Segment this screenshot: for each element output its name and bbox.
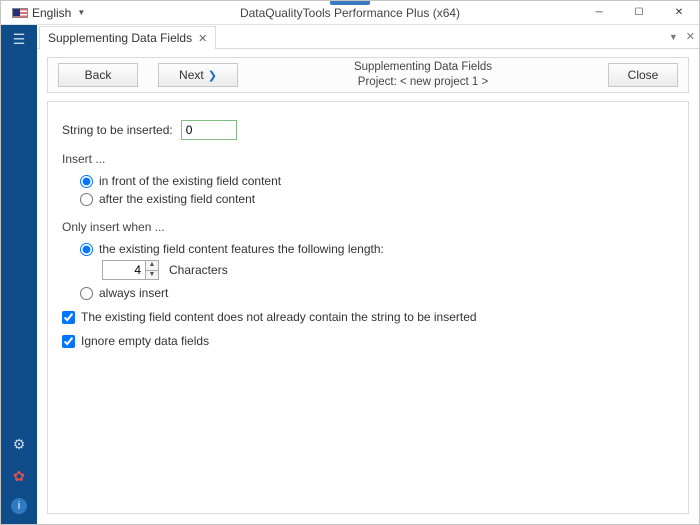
menu-icon[interactable]: ☰ (9, 29, 29, 49)
radio-after[interactable]: after the existing field content (80, 192, 674, 206)
length-spinner[interactable]: ▲ ▼ (145, 260, 159, 280)
check-ignoreempty-input[interactable] (62, 335, 75, 348)
next-label: Next (179, 68, 204, 82)
language-label: English (32, 6, 71, 20)
settings-panel: String to be inserted: Insert ... in fro… (47, 101, 689, 514)
radio-after-input[interactable] (80, 193, 93, 206)
title-accent (330, 1, 370, 5)
tab-overflow-icon[interactable]: ▼ (669, 32, 678, 42)
string-input[interactable] (181, 120, 237, 140)
spin-up-icon[interactable]: ▲ (145, 260, 159, 270)
minimize-icon: ─ (595, 8, 602, 18)
radio-infront[interactable]: in front of the existing field content (80, 174, 674, 188)
back-label: Back (85, 68, 112, 82)
check-notcontain-input[interactable] (62, 311, 75, 324)
app-window: English ▼ DataQualityTools Performance P… (0, 0, 700, 525)
close-window-button[interactable]: ✕ (659, 1, 699, 24)
next-button[interactable]: Next ❯ (158, 63, 238, 87)
help-icon[interactable]: ✿ (9, 466, 29, 486)
radio-length-label: the existing field content features the … (99, 242, 384, 256)
sidebar: ☰ ⚙ ✿ i (1, 25, 37, 524)
close-icon: ✕ (675, 8, 683, 18)
check-ignoreempty-label: Ignore empty data fields (81, 334, 209, 348)
body: ☰ ⚙ ✿ i Supplementing Data Fields ✕ ▼ ✕ (1, 25, 699, 524)
language-selector[interactable]: English ▼ (7, 4, 90, 22)
project-label: Project: < new project 1 > (238, 75, 608, 90)
tabstrip-controls: ▼ ✕ (669, 25, 699, 48)
tab-strip: Supplementing Data Fields ✕ ▼ ✕ (37, 25, 699, 49)
title-bar: English ▼ DataQualityTools Performance P… (1, 1, 699, 25)
check-notcontain[interactable]: The existing field content does not alre… (62, 310, 674, 324)
maximize-icon: ☐ (635, 8, 644, 18)
check-notcontain-label: The existing field content does not alre… (81, 310, 477, 324)
page-heading: Supplementing Data Fields (238, 60, 608, 75)
minimize-button[interactable]: ─ (579, 1, 619, 24)
radio-always-label: always insert (99, 286, 168, 300)
chevron-down-icon: ▼ (77, 8, 85, 17)
maximize-button[interactable]: ☐ (619, 1, 659, 24)
characters-label: Characters (169, 263, 228, 277)
tab-closeall-icon[interactable]: ✕ (686, 30, 695, 43)
close-button[interactable]: Close (608, 63, 678, 87)
radio-length-input[interactable] (80, 243, 93, 256)
insert-heading: Insert ... (62, 152, 674, 166)
length-input[interactable] (102, 260, 146, 280)
info-icon[interactable]: i (11, 498, 27, 514)
nav-row: Back Next ❯ Supplementing Data Fields Pr… (47, 57, 689, 93)
chevron-right-icon: ❯ (208, 69, 217, 82)
tab-close-icon[interactable]: ✕ (198, 32, 207, 45)
length-stepper[interactable]: ▲ ▼ (102, 260, 159, 280)
uk-flag-icon (12, 8, 28, 18)
tab-supplementing[interactable]: Supplementing Data Fields ✕ (39, 26, 216, 49)
back-button[interactable]: Back (58, 63, 138, 87)
radio-always-input[interactable] (80, 287, 93, 300)
close-label: Close (628, 68, 659, 82)
radio-infront-label: in front of the existing field content (99, 174, 281, 188)
string-row: String to be inserted: (62, 120, 674, 140)
tab-label: Supplementing Data Fields (48, 31, 192, 45)
radio-length[interactable]: the existing field content features the … (80, 242, 674, 256)
string-label: String to be inserted: (62, 123, 173, 137)
check-ignoreempty[interactable]: Ignore empty data fields (62, 334, 674, 348)
length-subrow: ▲ ▼ Characters (102, 260, 674, 280)
only-heading: Only insert when ... (62, 220, 674, 234)
radio-after-label: after the existing field content (99, 192, 255, 206)
gear-icon[interactable]: ⚙ (9, 434, 29, 454)
nav-center: Supplementing Data Fields Project: < new… (238, 60, 608, 90)
content: Supplementing Data Fields ✕ ▼ ✕ Back Nex… (37, 25, 699, 524)
window-title: DataQualityTools Performance Plus (x64) (240, 6, 460, 20)
radio-always[interactable]: always insert (80, 286, 674, 300)
spin-down-icon[interactable]: ▼ (145, 270, 159, 280)
page: Back Next ❯ Supplementing Data Fields Pr… (37, 49, 699, 524)
window-controls: ─ ☐ ✕ (579, 1, 699, 24)
radio-infront-input[interactable] (80, 175, 93, 188)
